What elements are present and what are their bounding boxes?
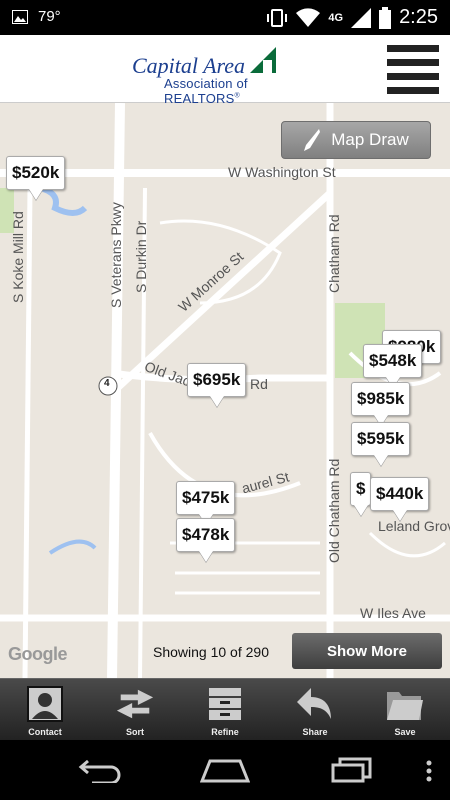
price-pin[interactable]: $478k	[176, 518, 236, 552]
image-icon	[12, 9, 28, 24]
clock: 2:25	[399, 6, 438, 28]
network-type: 4G	[328, 11, 344, 24]
temperature: 79°	[38, 8, 61, 25]
share-label: Share	[302, 727, 328, 737]
logo-line-2: Association of REALTORS®	[164, 76, 248, 106]
results-count: Showing 10 of 290	[153, 644, 269, 660]
contact-button[interactable]: Contact	[0, 679, 90, 740]
show-more-button[interactable]: Show More	[292, 633, 442, 669]
price-pin[interactable]: $548k	[363, 344, 423, 378]
signal-icon	[351, 7, 372, 28]
home-icon[interactable]	[200, 757, 250, 783]
house-logo-icon	[250, 47, 276, 73]
contact-label: Contact	[28, 727, 62, 737]
sort-arrows-icon	[116, 689, 154, 719]
price-pin[interactable]: $	[350, 472, 372, 506]
road-label-w-iles: W Iles Ave	[360, 605, 426, 621]
battery-icon	[379, 6, 392, 29]
android-nav-bar	[0, 740, 450, 800]
map-draw-label: Map Draw	[331, 130, 409, 149]
route-shield: 4	[104, 378, 110, 389]
refine-label: Refine	[211, 727, 239, 737]
recent-apps-icon[interactable]	[330, 757, 374, 783]
sort-button[interactable]: Sort	[90, 679, 180, 740]
road-label-old-jacksonville-end: Rd	[250, 376, 268, 392]
refine-button[interactable]: Refine	[180, 679, 270, 740]
capital-area-realtors-logo[interactable]: Capital Area Association of REALTORS®	[132, 47, 322, 106]
sort-label: Sort	[126, 727, 144, 737]
bottom-toolbar: Contact Sort Refine Share Save	[0, 678, 450, 740]
vibrate-icon	[267, 8, 288, 27]
price-pin[interactable]: $440k	[370, 477, 430, 511]
overflow-menu-icon[interactable]	[426, 760, 432, 782]
refine-drawer-icon	[209, 688, 241, 720]
road-label-chatham: Chatham Rd	[326, 214, 342, 293]
save-folder-icon	[387, 692, 423, 720]
pencil-draw-icon	[304, 129, 321, 151]
wifi-icon	[296, 7, 321, 27]
hamburger-menu-icon[interactable]	[387, 43, 439, 95]
app-header: Capital Area Association of REALTORS®	[0, 35, 450, 106]
road-label-w-washington: W Washington St	[228, 164, 336, 180]
price-pin[interactable]: $475k	[176, 481, 236, 515]
road-label-old-chatham: Old Chatham Rd	[326, 458, 342, 563]
price-pin[interactable]: $595k	[351, 422, 411, 456]
status-bar: 79° 4G 2:25	[0, 0, 450, 35]
road-label-s-veterans: S Veterans Pkwy	[108, 202, 124, 308]
contact-icon	[27, 686, 63, 722]
share-arrow-icon	[297, 688, 331, 719]
road-label-s-durkin: S Durkin Dr	[133, 220, 149, 293]
back-icon[interactable]	[78, 757, 122, 783]
road-label-s-koke-mill: S Koke Mill Rd	[10, 211, 26, 303]
price-pin[interactable]: $520k	[6, 156, 66, 190]
share-button[interactable]: Share	[270, 679, 360, 740]
road-label-leland-grove: Leland Grove	[378, 518, 450, 534]
save-label: Save	[394, 727, 416, 737]
save-button[interactable]: Save	[360, 679, 450, 740]
price-pin[interactable]: $985k	[351, 382, 411, 416]
map-view[interactable]: W Washington St S Veterans Pkwy S Durkin…	[0, 103, 450, 678]
price-pin[interactable]: $695k	[187, 363, 247, 397]
google-attribution: Google	[8, 644, 68, 664]
map-draw-button[interactable]: Map Draw	[281, 121, 431, 159]
